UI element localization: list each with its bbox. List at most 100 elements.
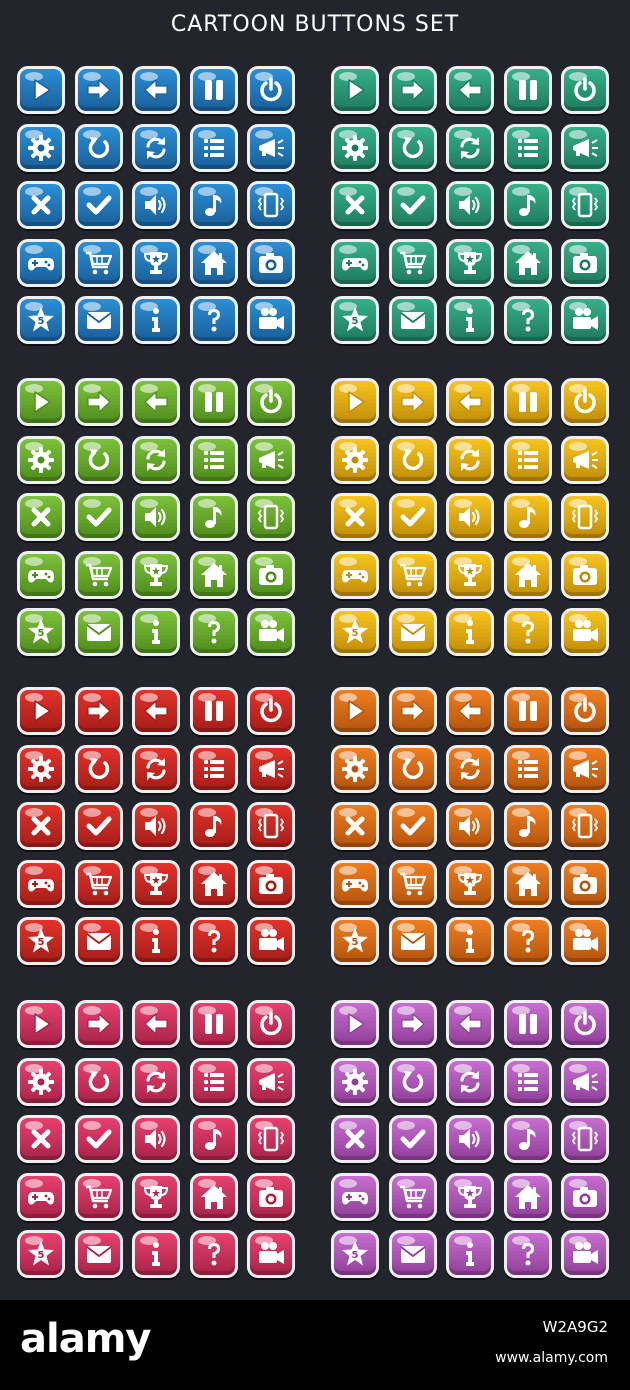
restart-button[interactable] [74, 744, 123, 793]
list-button[interactable] [189, 1057, 238, 1106]
gamepad-button[interactable] [17, 859, 65, 908]
cart-button[interactable] [388, 1172, 437, 1221]
home-button[interactable] [503, 1172, 552, 1221]
list-button[interactable] [189, 744, 238, 793]
camera-button[interactable] [561, 238, 609, 287]
sound-button[interactable] [132, 181, 180, 229]
arrow-right-button[interactable] [74, 687, 123, 735]
sound-button[interactable] [132, 802, 180, 850]
video-camera-button[interactable] [247, 1230, 295, 1278]
sound-button[interactable] [446, 181, 494, 229]
play-button[interactable] [17, 687, 65, 735]
arrow-right-button[interactable] [388, 378, 437, 426]
power-button[interactable] [561, 687, 609, 735]
help-button[interactable] [503, 917, 552, 965]
arrow-right-button[interactable] [74, 378, 123, 426]
sound-button[interactable] [446, 802, 494, 850]
restart-button[interactable] [74, 435, 123, 484]
refresh-button[interactable] [132, 1057, 180, 1106]
play-button[interactable] [331, 66, 379, 114]
trophy-button[interactable] [132, 238, 180, 287]
mail-button[interactable] [388, 608, 437, 656]
music-button[interactable] [503, 493, 552, 541]
home-button[interactable] [189, 238, 238, 287]
restart-button[interactable] [388, 123, 437, 172]
list-button[interactable] [189, 435, 238, 484]
close-button[interactable] [331, 802, 379, 850]
mail-button[interactable] [388, 1230, 437, 1278]
home-button[interactable] [503, 238, 552, 287]
megaphone-button[interactable] [561, 1057, 609, 1106]
restart-button[interactable] [388, 744, 437, 793]
camera-button[interactable] [247, 859, 295, 908]
list-button[interactable] [503, 1057, 552, 1106]
sound-button[interactable] [132, 493, 180, 541]
star-level-button[interactable]: 5 [17, 608, 65, 656]
gamepad-button[interactable] [331, 1172, 379, 1221]
list-button[interactable] [189, 123, 238, 172]
check-button[interactable] [74, 493, 123, 541]
pause-button[interactable] [189, 66, 238, 114]
info-button[interactable] [446, 608, 494, 656]
video-camera-button[interactable] [561, 917, 609, 965]
sound-button[interactable] [132, 1115, 180, 1163]
music-button[interactable] [503, 802, 552, 850]
vibrate-button[interactable] [561, 1115, 609, 1163]
music-button[interactable] [189, 181, 238, 229]
star-level-button[interactable]: 5 [17, 917, 65, 965]
arrow-right-button[interactable] [388, 1000, 437, 1048]
sound-button[interactable] [446, 493, 494, 541]
arrow-left-button[interactable] [446, 687, 494, 735]
home-button[interactable] [189, 859, 238, 908]
refresh-button[interactable] [446, 435, 494, 484]
star-level-button[interactable]: 5 [331, 608, 379, 656]
check-button[interactable] [388, 802, 437, 850]
list-button[interactable] [503, 435, 552, 484]
gear-button[interactable] [331, 435, 379, 484]
mail-button[interactable] [74, 917, 123, 965]
power-button[interactable] [247, 66, 295, 114]
info-button[interactable] [132, 296, 180, 344]
sound-button[interactable] [446, 1115, 494, 1163]
close-button[interactable] [17, 493, 65, 541]
refresh-button[interactable] [132, 123, 180, 172]
megaphone-button[interactable] [247, 123, 295, 172]
power-button[interactable] [247, 687, 295, 735]
mail-button[interactable] [74, 608, 123, 656]
trophy-button[interactable] [446, 238, 494, 287]
pause-button[interactable] [503, 1000, 552, 1048]
camera-button[interactable] [247, 238, 295, 287]
pause-button[interactable] [189, 378, 238, 426]
arrow-right-button[interactable] [388, 687, 437, 735]
gear-button[interactable] [17, 1057, 65, 1106]
arrow-left-button[interactable] [132, 687, 180, 735]
cart-button[interactable] [74, 1172, 123, 1221]
help-button[interactable] [503, 608, 552, 656]
trophy-button[interactable] [132, 550, 180, 599]
megaphone-button[interactable] [247, 744, 295, 793]
mail-button[interactable] [74, 1230, 123, 1278]
play-button[interactable] [17, 378, 65, 426]
vibrate-button[interactable] [247, 181, 295, 229]
video-camera-button[interactable] [247, 608, 295, 656]
restart-button[interactable] [388, 1057, 437, 1106]
star-level-button[interactable]: 5 [17, 1230, 65, 1278]
video-camera-button[interactable] [561, 296, 609, 344]
home-button[interactable] [189, 550, 238, 599]
gear-button[interactable] [331, 744, 379, 793]
megaphone-button[interactable] [561, 123, 609, 172]
help-button[interactable] [189, 296, 238, 344]
home-button[interactable] [189, 1172, 238, 1221]
vibrate-button[interactable] [247, 802, 295, 850]
close-button[interactable] [17, 802, 65, 850]
play-button[interactable] [17, 66, 65, 114]
help-button[interactable] [189, 917, 238, 965]
arrow-left-button[interactable] [446, 378, 494, 426]
restart-button[interactable] [74, 123, 123, 172]
star-level-button[interactable]: 5 [17, 296, 65, 344]
check-button[interactable] [388, 493, 437, 541]
restart-button[interactable] [74, 1057, 123, 1106]
camera-button[interactable] [561, 550, 609, 599]
pause-button[interactable] [503, 66, 552, 114]
arrow-left-button[interactable] [446, 1000, 494, 1048]
